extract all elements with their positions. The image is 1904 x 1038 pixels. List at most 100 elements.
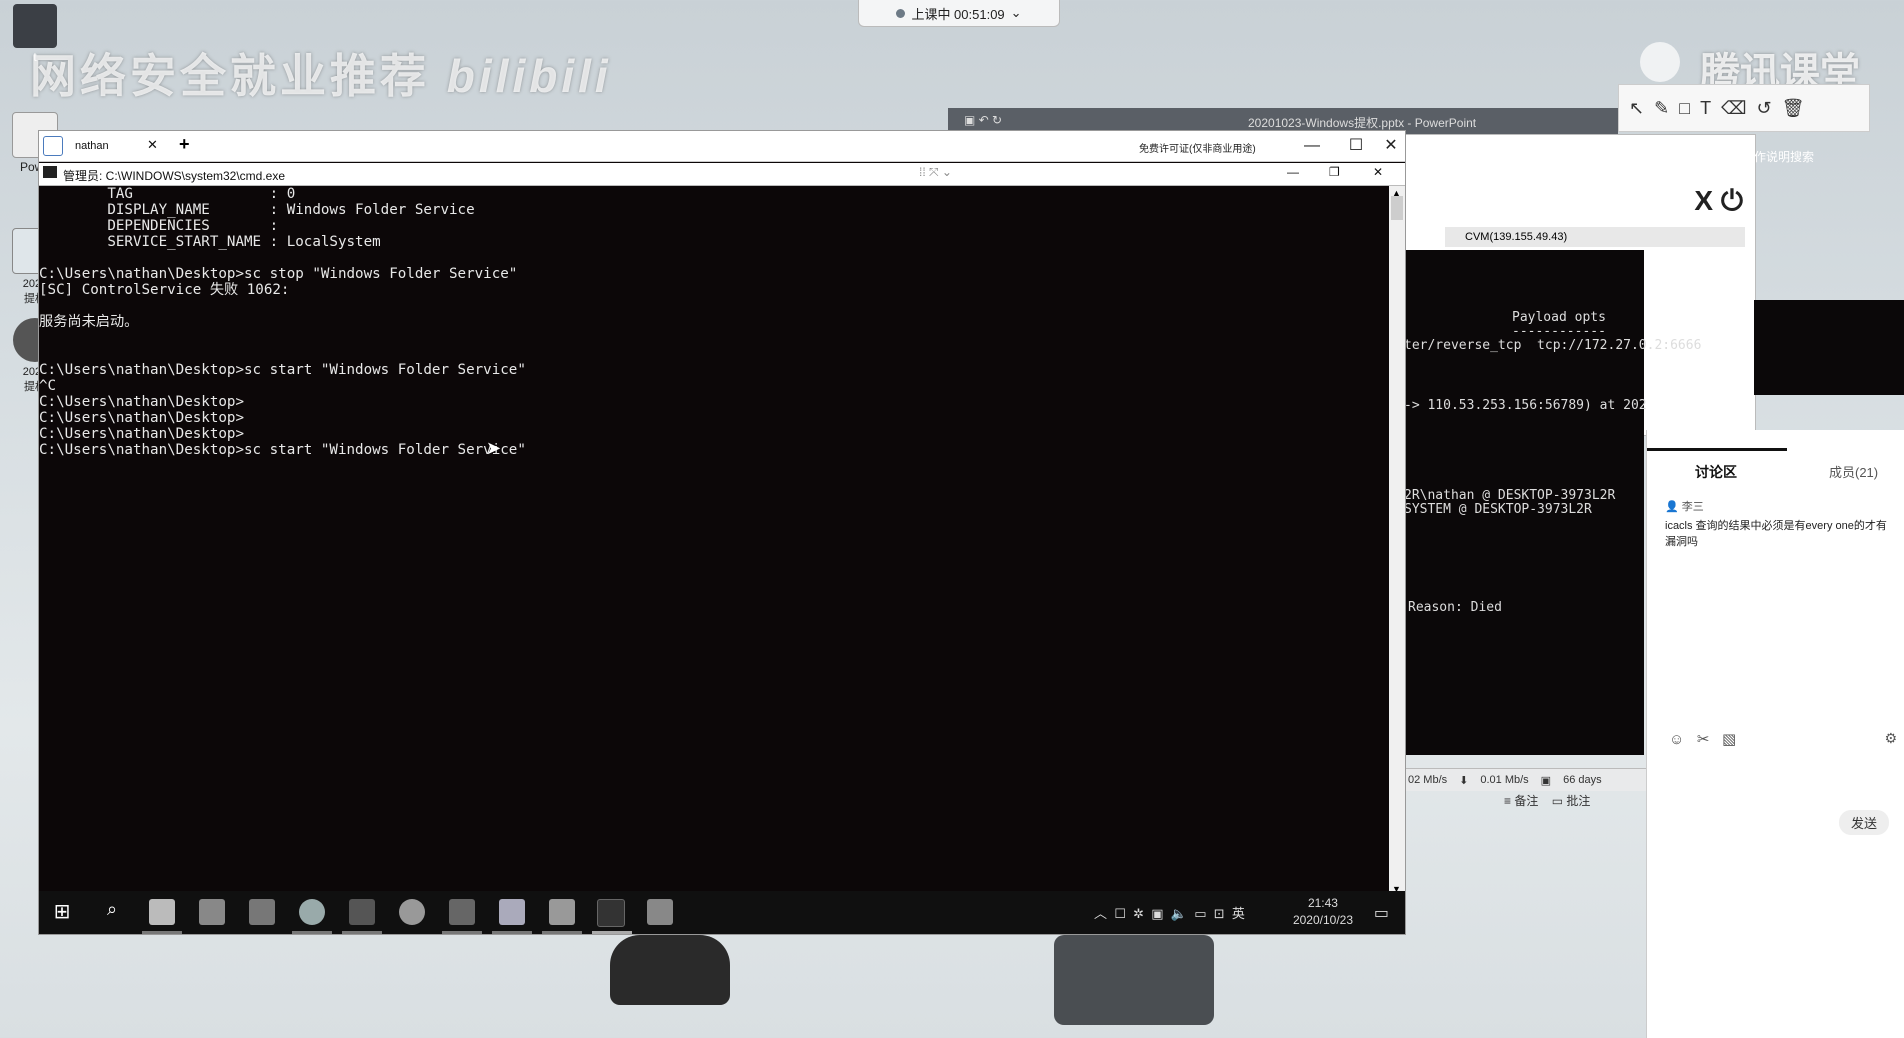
- console-line: C:\Users\nathan\Desktop>: [39, 394, 244, 410]
- notification-icon[interactable]: ▭: [1374, 903, 1389, 923]
- active-tab-indicator: [1647, 448, 1787, 451]
- system-tray: ︿ ☐ ✲ ▣ 🔈 ▭ ⊡ 英: [1094, 903, 1245, 922]
- cmd-console[interactable]: TAG : 0 DISPLAY_NAME : Windows Folder Se…: [39, 186, 1389, 896]
- send-button[interactable]: 发送: [1838, 810, 1889, 835]
- message-user: 👤 李三: [1665, 501, 1704, 513]
- start-icon[interactable]: ⊞: [49, 899, 75, 925]
- close-tab-icon[interactable]: ✕: [147, 137, 158, 153]
- active-indicator: [142, 931, 182, 934]
- scissors-icon[interactable]: ✂: [1697, 731, 1710, 748]
- console-line: DEPENDENCIES :: [39, 218, 279, 234]
- teams-icon[interactable]: [647, 899, 673, 925]
- tab-discussion[interactable]: 讨论区: [1695, 462, 1737, 482]
- vmware-icon[interactable]: [349, 899, 375, 925]
- console-line: TAG : 0: [39, 186, 296, 202]
- main-remote-window: nathan ✕ + 免费许可证(仅非商业用途) — ☐ ✕ 管理员: C:\W…: [38, 130, 1406, 935]
- window-tabbar: nathan ✕ + 免费许可证(仅非商业用途) — ☐ ✕: [39, 131, 1405, 162]
- cmd-titlebar: 管理员: C:\WINDOWS\system32\cmd.exe ⁞⁞ ⤧ ⌄ …: [39, 163, 1405, 186]
- wallpaper-shoes: [610, 935, 730, 1005]
- network-icon[interactable]: ⊡: [1214, 906, 1225, 921]
- cmd-icon[interactable]: [597, 899, 625, 927]
- teamviewer-icon[interactable]: [499, 899, 525, 925]
- file-explorer-icon[interactable]: [149, 899, 175, 925]
- annotation-toolbar: ↖ ✎ □ T ⌫ ↺ 🗑: [1618, 84, 1870, 132]
- user-avatar-icon: 👤: [1665, 501, 1679, 513]
- maximize-icon[interactable]: ☐: [1333, 131, 1379, 161]
- rdp-tab[interactable]: CVM(139.155.49.43): [1445, 227, 1745, 247]
- xshell-logo-icon: X ⏻: [1694, 185, 1743, 216]
- active-indicator: [542, 931, 582, 934]
- emoji-icon[interactable]: ☺: [1669, 731, 1684, 748]
- trash-icon[interactable]: 🗑: [1782, 98, 1805, 119]
- app-icon[interactable]: [549, 899, 575, 925]
- vm-icon[interactable]: [249, 899, 275, 925]
- scroll-thumb[interactable]: [1391, 196, 1403, 220]
- side-terminal: [1754, 300, 1904, 395]
- download-icon: ⬇: [1459, 774, 1469, 787]
- minimize-icon[interactable]: —: [1289, 131, 1335, 161]
- mouse-cursor-icon: ➤: [486, 438, 502, 458]
- console-line: ^C: [39, 378, 57, 394]
- close-icon[interactable]: ✕: [1377, 131, 1405, 161]
- pen-icon[interactable]: ✎: [1654, 98, 1669, 119]
- tray-app-icon[interactable]: ✲: [1133, 906, 1144, 921]
- volume-icon[interactable]: 🔈: [1171, 906, 1187, 921]
- remote-taskbar: ⊞ ⌕ ︿ ☐ ✲ ▣ 🔈 ▭ ⊡ 英 21:43 2020/10/23 ▭: [39, 891, 1405, 934]
- tray-expand-icon[interactable]: ︿: [1094, 906, 1107, 921]
- tray-app-icon[interactable]: ☐: [1114, 906, 1126, 921]
- app-logo-icon: [43, 136, 63, 156]
- wallpaper-legs: [1054, 935, 1214, 1025]
- play-icon: [1640, 42, 1680, 82]
- snip-icon[interactable]: [199, 899, 225, 925]
- new-tab-icon[interactable]: +: [179, 134, 190, 155]
- eraser-icon[interactable]: ⌫: [1721, 98, 1746, 119]
- rect-icon[interactable]: □: [1679, 98, 1690, 119]
- comments-button[interactable]: ▭ 批注: [1552, 794, 1591, 808]
- chevron-down-icon: ⌄: [1010, 5, 1022, 20]
- secondary-terminal: Payload opts ------------ ter/reverse_tc…: [1404, 250, 1701, 755]
- pointer-icon[interactable]: ↖: [1629, 98, 1644, 119]
- console-line: C:\Users\nathan\Desktop>: [39, 410, 244, 426]
- message-text: icacls 查询的结果中必须是有every one的才有漏洞吗: [1665, 520, 1887, 548]
- text-icon[interactable]: T: [1700, 98, 1711, 119]
- discussion-panel: 讨论区 成员(21) 👤 李三 icacls 查询的结果中必须是有every o…: [1646, 430, 1904, 1038]
- chrome-icon[interactable]: [399, 899, 425, 925]
- console-line: [SC] ControlService 失败 1062:: [39, 282, 290, 298]
- terminal-icon[interactable]: [449, 899, 475, 925]
- class-timer[interactable]: 上课中 00:51:09 ⌄: [858, 0, 1060, 27]
- undo-icon[interactable]: ↺: [1757, 98, 1772, 119]
- console-line: DISPLAY_NAME : Windows Folder Service: [39, 202, 475, 218]
- desktop-icon[interactable]: t: [4, 4, 66, 64]
- active-indicator: [442, 931, 482, 934]
- cmd-icon: [43, 166, 57, 178]
- cmd-restore-icon[interactable]: ❐: [1329, 165, 1340, 179]
- console-line: C:\Users\nathan\Desktop>sc start "Window…: [39, 362, 526, 378]
- battery-icon[interactable]: ▭: [1194, 906, 1206, 921]
- network-status-bar: 02 Mb/s ⬇ 0.01 Mb/s ▣ 66 days: [1404, 768, 1648, 791]
- cmd-minimize-icon[interactable]: —: [1287, 165, 1299, 179]
- edge-icon[interactable]: [299, 899, 325, 925]
- console-line: C:\Users\nathan\Desktop>: [39, 426, 244, 442]
- toolbar-grip-icon[interactable]: ⁞⁞ ⤧ ⌄: [919, 165, 952, 180]
- console-line: C:\Users\nathan\Desktop>sc stop "Windows…: [39, 266, 518, 282]
- active-indicator: [342, 931, 382, 934]
- uptime-icon: ▣: [1540, 774, 1552, 787]
- input-language[interactable]: 英: [1232, 906, 1245, 921]
- taskbar-clock[interactable]: 21:43 2020/10/23: [1293, 895, 1353, 929]
- watermark-text: 网络安全就业推荐 bilibili: [30, 50, 612, 102]
- tray-app-icon[interactable]: ▣: [1151, 906, 1163, 921]
- settings-icon[interactable]: ⚙: [1884, 730, 1897, 747]
- console-line: C:\Users\nathan\Desktop>sc start "Window…: [39, 442, 526, 458]
- notes-button[interactable]: ≡ 备注: [1504, 794, 1538, 808]
- cmd-close-icon[interactable]: ✕: [1373, 165, 1383, 179]
- side-search-text: 作说明搜索: [1754, 150, 1815, 164]
- tab-members[interactable]: 成员(21): [1829, 462, 1878, 481]
- console-line: SERVICE_START_NAME : LocalSystem: [39, 234, 381, 250]
- tab-nathan[interactable]: nathan ✕: [67, 135, 167, 157]
- image-icon[interactable]: ▧: [1722, 731, 1736, 748]
- console-scrollbar[interactable]: ▲ ▼: [1389, 186, 1405, 896]
- search-icon[interactable]: ⌕: [99, 899, 125, 925]
